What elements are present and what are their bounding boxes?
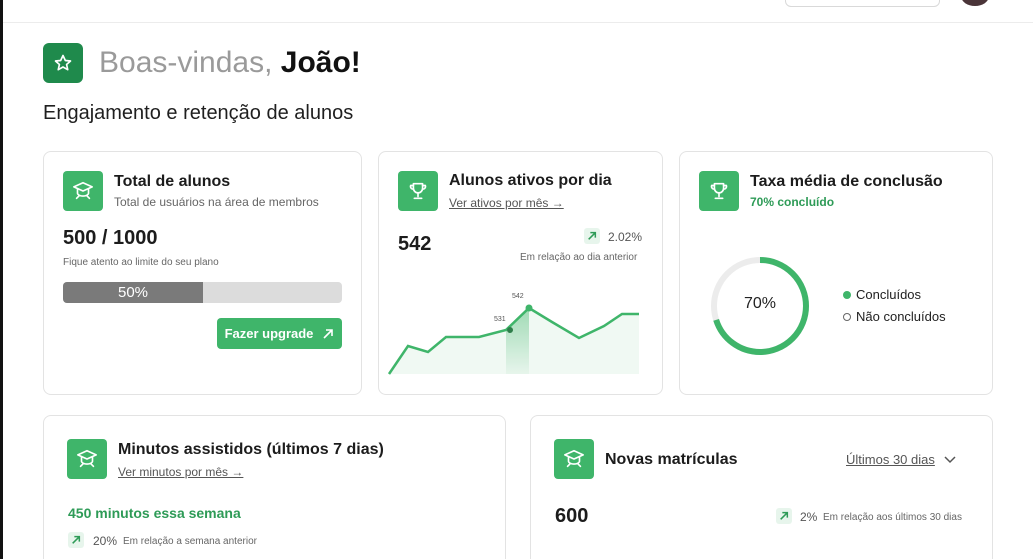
point-current <box>525 304 533 312</box>
user-name: João! <box>280 46 361 79</box>
point-previous <box>507 327 513 333</box>
star-icon <box>43 43 83 83</box>
donut-label: 70% <box>743 295 777 312</box>
trend-up-icon <box>68 532 84 548</box>
top-search-field[interactable] <box>785 0 940 7</box>
graduation-cap-icon <box>63 171 103 211</box>
view-monthly-minutes-link[interactable]: Ver minutos por mês → <box>118 465 243 479</box>
plan-usage-label: 50% <box>117 284 149 301</box>
arrow-up-right-icon <box>323 328 334 339</box>
welcome-header: Boas-vindas, João! <box>43 43 361 83</box>
enrollment-count: 600 <box>555 505 589 527</box>
top-bar <box>3 0 1033 23</box>
trend-up-icon <box>776 508 792 524</box>
plan-usage-bar: 50% <box>63 282 342 303</box>
welcome-title: Boas-vindas, João! <box>99 46 361 80</box>
card-subtitle: Total de usuários na área de membros <box>114 195 319 209</box>
minutes-change: 20% <box>93 534 118 548</box>
completion-subtitle: 70% concluído <box>750 195 835 209</box>
card-title: Novas matrículas <box>605 451 738 468</box>
trophy-icon <box>699 171 739 211</box>
card-title: Total de alunos <box>114 173 231 190</box>
avatar[interactable] <box>961 0 989 6</box>
card-alunos-ativos: Alunos ativos por dia Ver ativos por mês… <box>378 151 663 395</box>
legend-done: Concluídos <box>843 287 921 302</box>
trend-up-icon <box>584 228 600 244</box>
card-title: Minutos assistidos (últimos 7 dias) <box>118 441 384 458</box>
legend-dot-done <box>843 290 851 299</box>
period-select-value: Últimos 30 dias <box>846 452 935 467</box>
active-change-note: Em relação ao dia anterior <box>520 252 638 263</box>
legend-not-done: Não concluídos <box>843 309 946 324</box>
student-count: 500 / 1000 <box>63 227 158 249</box>
area-fill <box>389 308 639 374</box>
card-title: Alunos ativos por dia <box>449 172 612 189</box>
card-total-alunos: Total de alunos Total de usuários na áre… <box>43 151 362 395</box>
limit-note: Fique atento ao limite do seu plano <box>63 257 219 268</box>
enrollment-change-note: Em relação aos últimos 30 dias <box>823 512 962 523</box>
active-users-sparkline: 542 531 <box>387 293 639 375</box>
legend-dot-not-done <box>843 312 851 321</box>
upgrade-button[interactable]: Fazer upgrade <box>217 318 342 349</box>
card-novas-matriculas: Novas matrículas Últimos 30 dias 600 2% … <box>530 415 993 559</box>
graduation-cap-icon <box>554 439 594 479</box>
enrollment-change: 2% <box>800 510 818 524</box>
chevron-down-icon <box>944 455 956 463</box>
label-previous: 531 <box>494 316 506 323</box>
minutes-change-note: Em relação a semana anterior <box>123 536 257 547</box>
card-minutos-assistidos: Minutos assistidos (últimos 7 dias) Ver … <box>43 415 506 559</box>
active-count: 542 <box>398 233 432 255</box>
view-monthly-active-link[interactable]: Ver ativos por mês → <box>449 196 564 210</box>
trophy-icon <box>398 171 438 211</box>
graduation-cap-icon <box>67 439 107 479</box>
legend-not-done-label: Não concluídos <box>856 309 946 324</box>
upgrade-button-label: Fazer upgrade <box>224 326 314 341</box>
minutes-highlight: 450 minutos essa semana <box>68 505 241 521</box>
card-taxa-conclusao: Taxa média de conclusão 70% concluído 70… <box>679 151 993 395</box>
card-title: Taxa média de conclusão <box>750 173 943 190</box>
left-rail <box>0 0 3 559</box>
period-select[interactable]: Últimos 30 dias <box>846 452 957 467</box>
active-change: 2.02% <box>608 230 643 244</box>
label-current: 542 <box>512 293 524 300</box>
legend-done-label: Concluídos <box>856 287 922 302</box>
section-title: Engajamento e retenção de alunos <box>43 102 354 124</box>
greeting-text: Boas-vindas, <box>99 46 273 79</box>
